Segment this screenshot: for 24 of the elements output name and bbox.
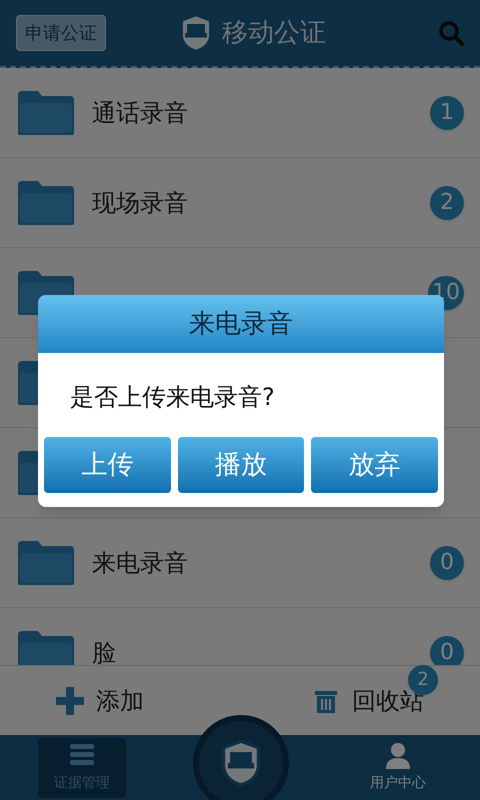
app-title: 移动公证	[222, 16, 326, 50]
folder-name: 通话录音	[92, 98, 188, 128]
tab[interactable]: 用户中心	[354, 738, 442, 798]
dialog-button[interactable]: 播放	[178, 437, 304, 493]
folder-icon	[16, 178, 76, 226]
count-badge: 2	[430, 186, 464, 220]
count-badge: 0	[430, 636, 464, 665]
user-icon	[384, 741, 412, 769]
folder-icon	[16, 628, 76, 665]
count-badge: 2	[408, 664, 438, 694]
count-badge: 0	[430, 546, 464, 580]
add-button[interactable]: 添加	[56, 682, 144, 718]
shield-logo-icon	[219, 739, 263, 787]
dialog-button[interactable]: 上传	[44, 437, 171, 493]
folder-icon	[16, 538, 76, 586]
dialog-message: 是否上传来电录音?	[70, 382, 275, 413]
count-badge: 1	[430, 96, 464, 130]
plus-icon	[56, 686, 84, 714]
folder-name: 来电录音	[92, 548, 188, 578]
dialog-button[interactable]: 放弃	[311, 437, 438, 493]
folder-name: 现场录音	[92, 188, 188, 218]
folder-name: 脸	[92, 638, 116, 665]
apply-button[interactable]: 申请公证	[16, 15, 106, 51]
folder-icon	[16, 88, 76, 136]
